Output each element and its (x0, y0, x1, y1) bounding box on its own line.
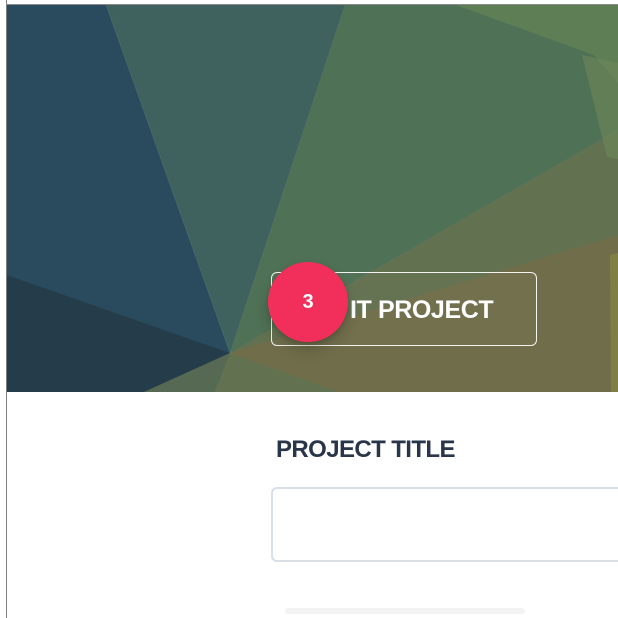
project-title-label: PROJECT TITLE (276, 436, 455, 463)
project-button-label: IT PROJECT (350, 296, 494, 324)
project-title-input[interactable] (271, 487, 618, 562)
app-frame: IT PROJECT 3 PROJECT TITLE (0, 0, 618, 618)
hero-shape-right-yellow-edge (610, 253, 618, 392)
step-number-badge: 3 (268, 262, 348, 342)
faint-bottom-line (285, 608, 525, 614)
